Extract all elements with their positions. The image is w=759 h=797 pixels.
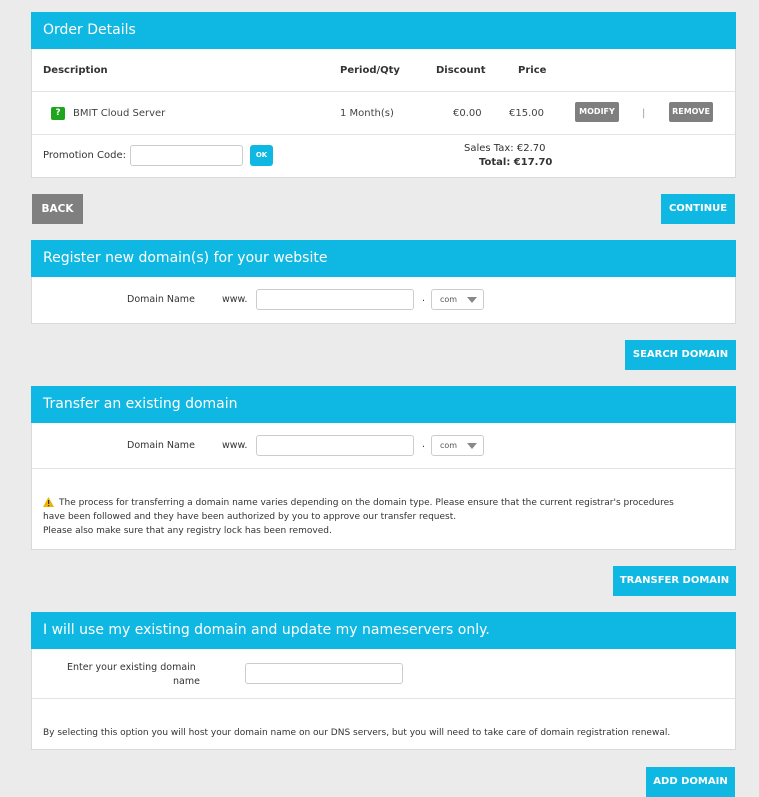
tld-selected-value: com <box>440 441 458 450</box>
transfer-note-line-3: Please also make sure that any registry … <box>43 526 332 536</box>
transfer-domain-title: Transfer an existing domain <box>31 386 736 423</box>
www-prefix: www. <box>222 294 248 305</box>
existing-domain-input[interactable] <box>245 663 403 684</box>
col-description: Description <box>43 65 108 76</box>
item-description: BMIT Cloud Server <box>73 108 166 119</box>
promo-ok-button[interactable]: OK <box>250 145 273 166</box>
help-badge-icon[interactable]: ? <box>51 107 65 120</box>
transfer-note-line-2: have been followed and they have been au… <box>43 512 457 522</box>
tld-select[interactable]: com <box>431 289 484 310</box>
promo-code-input[interactable] <box>130 145 243 166</box>
col-price: Price <box>518 65 547 76</box>
register-domain-panel: Register new domain(s) for your website … <box>31 240 736 324</box>
order-details-panel: Order Details Description Period/Qty Dis… <box>31 12 736 178</box>
dot-separator: . <box>422 439 426 450</box>
divider <box>32 468 735 469</box>
chevron-down-icon <box>467 297 477 303</box>
action-separator: | <box>642 108 646 119</box>
transfer-note-line-1: The process for transferring a domain na… <box>59 498 674 508</box>
transfer-domain-button[interactable]: TRANSFER DOMAIN <box>613 566 736 596</box>
modify-button[interactable]: MODIFY <box>575 102 619 122</box>
order-details-title: Order Details <box>31 12 736 49</box>
tld-selected-value: com <box>440 295 458 304</box>
order-total: Total: €17.70 <box>479 157 553 168</box>
chevron-down-icon <box>467 443 477 449</box>
dot-separator: . <box>422 293 426 304</box>
col-discount: Discount <box>436 65 486 76</box>
existing-domain-note: By selecting this option you will host y… <box>43 728 671 738</box>
divider <box>32 698 735 699</box>
back-button[interactable]: BACK <box>32 194 83 224</box>
add-domain-button[interactable]: ADD DOMAIN <box>646 767 735 797</box>
domain-name-label: Domain Name <box>127 294 195 305</box>
remove-button[interactable]: REMOVE <box>669 102 713 122</box>
continue-button[interactable]: CONTINUE <box>661 194 735 224</box>
divider <box>32 134 735 135</box>
promo-label: Promotion Code: <box>43 150 127 161</box>
item-period: 1 Month(s) <box>340 108 394 119</box>
register-domain-title: Register new domain(s) for your website <box>31 240 736 277</box>
domain-name-label: Domain Name <box>127 440 195 451</box>
existing-domain-title: I will use my existing domain and update… <box>31 612 736 649</box>
transfer-domain-input[interactable] <box>256 435 414 456</box>
col-period: Period/Qty <box>340 65 400 76</box>
existing-domain-label-line-2: name <box>173 676 200 687</box>
sales-tax: Sales Tax: €2.70 <box>464 143 546 154</box>
transfer-domain-panel: Transfer an existing domain Domain Name … <box>31 386 736 550</box>
divider <box>32 91 735 92</box>
item-price: €15.00 <box>509 108 544 119</box>
tld-select[interactable]: com <box>431 435 484 456</box>
warning-icon <box>43 497 54 507</box>
item-discount: €0.00 <box>453 108 482 119</box>
register-domain-input[interactable] <box>256 289 414 310</box>
existing-domain-label-line-1: Enter your existing domain <box>67 662 196 673</box>
search-domain-button[interactable]: SEARCH DOMAIN <box>625 340 736 370</box>
www-prefix: www. <box>222 440 248 451</box>
existing-domain-panel: I will use my existing domain and update… <box>31 612 736 750</box>
